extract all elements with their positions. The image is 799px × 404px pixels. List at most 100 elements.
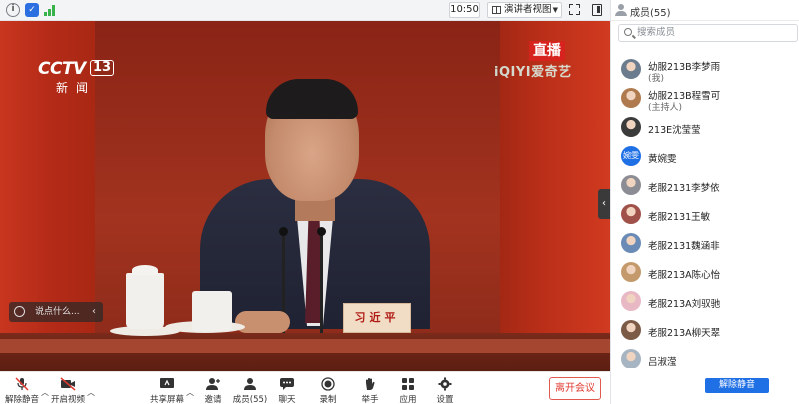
members-label: 成员(55)	[232, 395, 268, 404]
record-button[interactable]: 录制	[308, 377, 348, 404]
chevron-up-icon[interactable]: ︿	[87, 387, 95, 398]
chat-placeholder: 说点什么...	[35, 307, 80, 317]
member-name: 老服2131李梦依	[648, 183, 720, 194]
settings-button[interactable]: 设置	[425, 377, 465, 404]
main-video[interactable]: CCTV 13 新闻 直播 iQIYI爱奇艺 习近平 说点什么... ‹ ‹	[0, 21, 610, 371]
member-list-item[interactable]: 老服2131李梦依	[611, 172, 799, 201]
raise-hand-button[interactable]: 举手	[350, 377, 390, 404]
channel-sub: 新闻	[56, 81, 97, 95]
avatar	[621, 117, 641, 137]
member-list-item[interactable]: 老服2131魏涵非	[611, 230, 799, 259]
member-name: 老服2131王敏	[648, 212, 711, 223]
view-mode-label: 演讲者视图	[504, 4, 552, 15]
record-label: 录制	[319, 395, 337, 404]
member-role: (我)	[648, 74, 665, 84]
meeting-toolbar: 解除静音 ︿ 开启视频 ︿ 共享屏幕 ︿ 邀请 成员(55) 聊天 录制 举手 …	[0, 371, 610, 404]
gear-icon	[437, 377, 453, 391]
invite-button[interactable]: 邀请	[193, 377, 233, 404]
meeting-time: 10:50	[449, 2, 480, 18]
member-name: 吕淑滢	[648, 357, 677, 368]
unmute-button[interactable]: 解除静音	[2, 377, 42, 404]
fullscreen-icon[interactable]	[569, 4, 580, 15]
apps-label: 应用	[399, 395, 417, 404]
members-icon	[242, 377, 258, 391]
members-panel-header: 成员(55)	[611, 0, 799, 21]
member-search-placeholder: 搜索成员	[637, 27, 676, 38]
share-screen-icon	[159, 377, 175, 391]
chat-label: 聊天	[278, 395, 296, 404]
member-list-item[interactable]: 吕淑滢	[611, 346, 799, 368]
watermark-logo: iQIYI爱奇艺	[494, 65, 572, 80]
channel-number: 13	[90, 60, 115, 76]
unmute-all-button[interactable]: 解除静音	[705, 378, 769, 393]
tea-cup-left	[126, 265, 164, 329]
avatar	[621, 262, 641, 282]
speaker-hair	[266, 79, 358, 119]
member-list-item[interactable]: 幼服213B李梦雨 (我)	[611, 56, 799, 85]
member-name: 老服213A柳天翠	[648, 328, 721, 339]
mic-muted-icon	[14, 377, 30, 391]
avatar	[621, 349, 641, 368]
avatar	[621, 204, 641, 224]
member-name: 213E沈莹莹	[648, 125, 701, 136]
signal-icon[interactable]	[44, 5, 56, 16]
collapse-sidebar-button[interactable]: ‹	[598, 189, 610, 219]
member-list-item[interactable]: 老服2131王敏	[611, 201, 799, 230]
share-screen-button[interactable]: 共享屏幕	[147, 377, 187, 404]
member-list: 幼服213B李梦雨 (我) 幼服213B程雪可 (主持人) 213E沈莹莹 婉雯 黄婉雯 老服…	[611, 56, 799, 368]
member-name: 黄婉雯	[648, 154, 677, 165]
emoji-icon[interactable]	[14, 306, 25, 317]
share-screen-label: 共享屏幕	[149, 395, 184, 404]
avatar	[621, 291, 641, 311]
add-user-icon	[205, 377, 221, 391]
avatar	[621, 59, 641, 79]
chevron-left-icon[interactable]: ‹	[92, 302, 96, 322]
members-panel: 成员(55) 搜索成员 幼服213B李梦雨 (我) 幼服213B程雪可 (主持人) 21…	[610, 0, 799, 404]
member-list-item[interactable]: 婉雯 黄婉雯	[611, 143, 799, 172]
microphone-right	[317, 227, 326, 333]
members-panel-title: 成员(55)	[630, 8, 671, 19]
member-role: (主持人)	[648, 103, 683, 113]
sidebar-toggle-icon[interactable]	[592, 4, 602, 16]
apps-button[interactable]: 应用	[388, 377, 428, 404]
speaker-nameplate: 习近平	[343, 303, 411, 333]
chat-input-overlay[interactable]: 说点什么... ‹	[9, 302, 103, 322]
member-list-item[interactable]: 幼服213B程雪可 (主持人)	[611, 85, 799, 114]
person-icon	[615, 4, 627, 16]
tea-cup-right	[192, 291, 232, 331]
speaker-hands	[235, 311, 290, 333]
camera-off-icon	[60, 377, 76, 391]
hand-icon	[362, 377, 378, 391]
invite-label: 邀请	[204, 395, 222, 404]
unmute-label: 解除静音	[4, 395, 39, 404]
member-name: 老服213A陈心怡	[648, 270, 721, 281]
chat-button[interactable]: 聊天	[267, 377, 307, 404]
chevron-down-icon: ▼	[552, 6, 558, 14]
avatar	[621, 88, 641, 108]
channel-logo: CCTV	[38, 59, 86, 79]
avatar	[621, 320, 641, 340]
leave-meeting-button[interactable]: 离开会议	[549, 377, 601, 400]
member-name: 老服213A刘驭驰	[648, 299, 721, 310]
members-button[interactable]: 成员(55)	[230, 377, 270, 404]
member-name: 老服2131魏涵非	[648, 241, 720, 252]
chat-icon	[279, 377, 295, 391]
shield-icon[interactable]: ✓	[25, 3, 39, 17]
avatar	[621, 233, 641, 253]
member-list-item[interactable]: 老服213A陈心怡	[611, 259, 799, 288]
member-search-input[interactable]: 搜索成员	[618, 24, 798, 42]
info-icon[interactable]: i	[6, 3, 20, 17]
search-icon	[624, 28, 632, 36]
member-list-item[interactable]: 老服213A刘驭驰	[611, 288, 799, 317]
start-video-button[interactable]: 开启视频	[48, 377, 88, 404]
live-badge: 直播	[529, 41, 565, 61]
member-list-item[interactable]: 213E沈莹莹	[611, 114, 799, 143]
view-mode-dropdown[interactable]: 演讲者视图 ▼	[487, 2, 562, 18]
desk-front	[0, 339, 610, 353]
member-list-item[interactable]: 老服213A柳天翠	[611, 317, 799, 346]
apps-icon	[400, 377, 416, 391]
avatar: 婉雯	[621, 146, 641, 166]
layout-icon	[492, 6, 501, 14]
record-icon	[320, 377, 336, 391]
settings-label: 设置	[436, 395, 454, 404]
